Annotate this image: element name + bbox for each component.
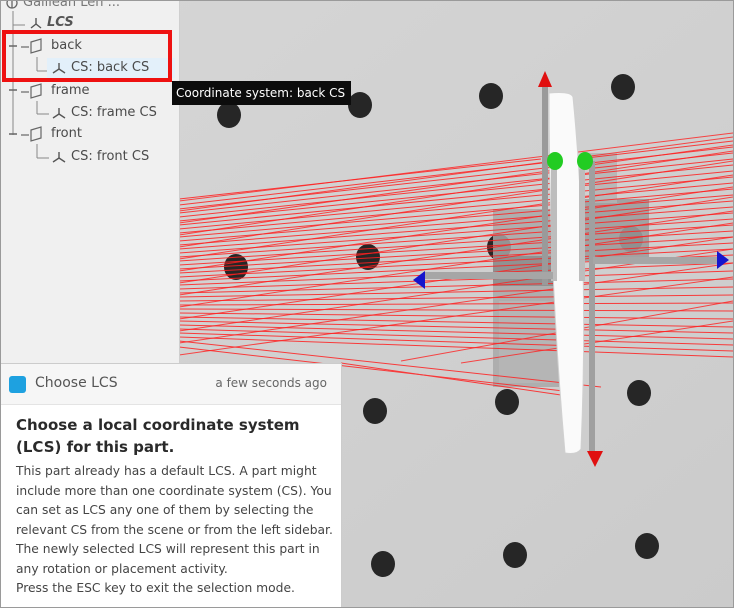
cs-tooltip: Coordinate system: back CS <box>172 81 352 105</box>
selection-highlight-box <box>2 30 172 82</box>
coordinate-system-icon <box>52 152 66 163</box>
notification-paragraph: The newly selected LCS will represent th… <box>16 542 320 576</box>
tree-item-front[interactable]: front <box>21 124 82 144</box>
tree-item-front-label: front <box>51 126 82 141</box>
notification-title: Choose LCS <box>35 375 118 391</box>
notification-panel: Choose LCS a few seconds ago Choose a lo… <box>1 363 342 607</box>
tree-item-frame[interactable]: frame <box>21 81 90 101</box>
tree-item-front-cs-label: CS: front CS <box>71 149 150 164</box>
part-icon <box>21 126 42 142</box>
notification-body: This part already has a default LCS. A p… <box>16 462 341 599</box>
assembly-tree-sidebar: Galilean Len ... LCS back CS: back CS fr… <box>1 1 180 363</box>
tree-item-frame-cs[interactable]: CS: frame CS <box>51 103 157 123</box>
coordinate-system-icon <box>30 18 42 29</box>
notification-paragraph: This part already has a default LCS. A p… <box>16 464 333 537</box>
tree-item-frame-cs-label: CS: frame CS <box>71 105 157 120</box>
tree-item-front-cs[interactable]: CS: front CS <box>51 147 149 167</box>
tree-item-frame-label: frame <box>51 83 90 98</box>
notification-header: Choose LCS a few seconds ago <box>1 364 341 405</box>
notification-timestamp: a few seconds ago <box>215 376 327 390</box>
part-icon <box>21 83 42 99</box>
notification-heading: Choose a local coordinate system (LCS) f… <box>16 416 300 456</box>
notification-status-icon <box>9 376 26 393</box>
app-window: Galilean Len ... LCS back CS: back CS fr… <box>0 0 734 608</box>
coordinate-system-icon <box>52 108 66 119</box>
notification-paragraph: Press the ESC key to exit the selection … <box>16 581 295 595</box>
